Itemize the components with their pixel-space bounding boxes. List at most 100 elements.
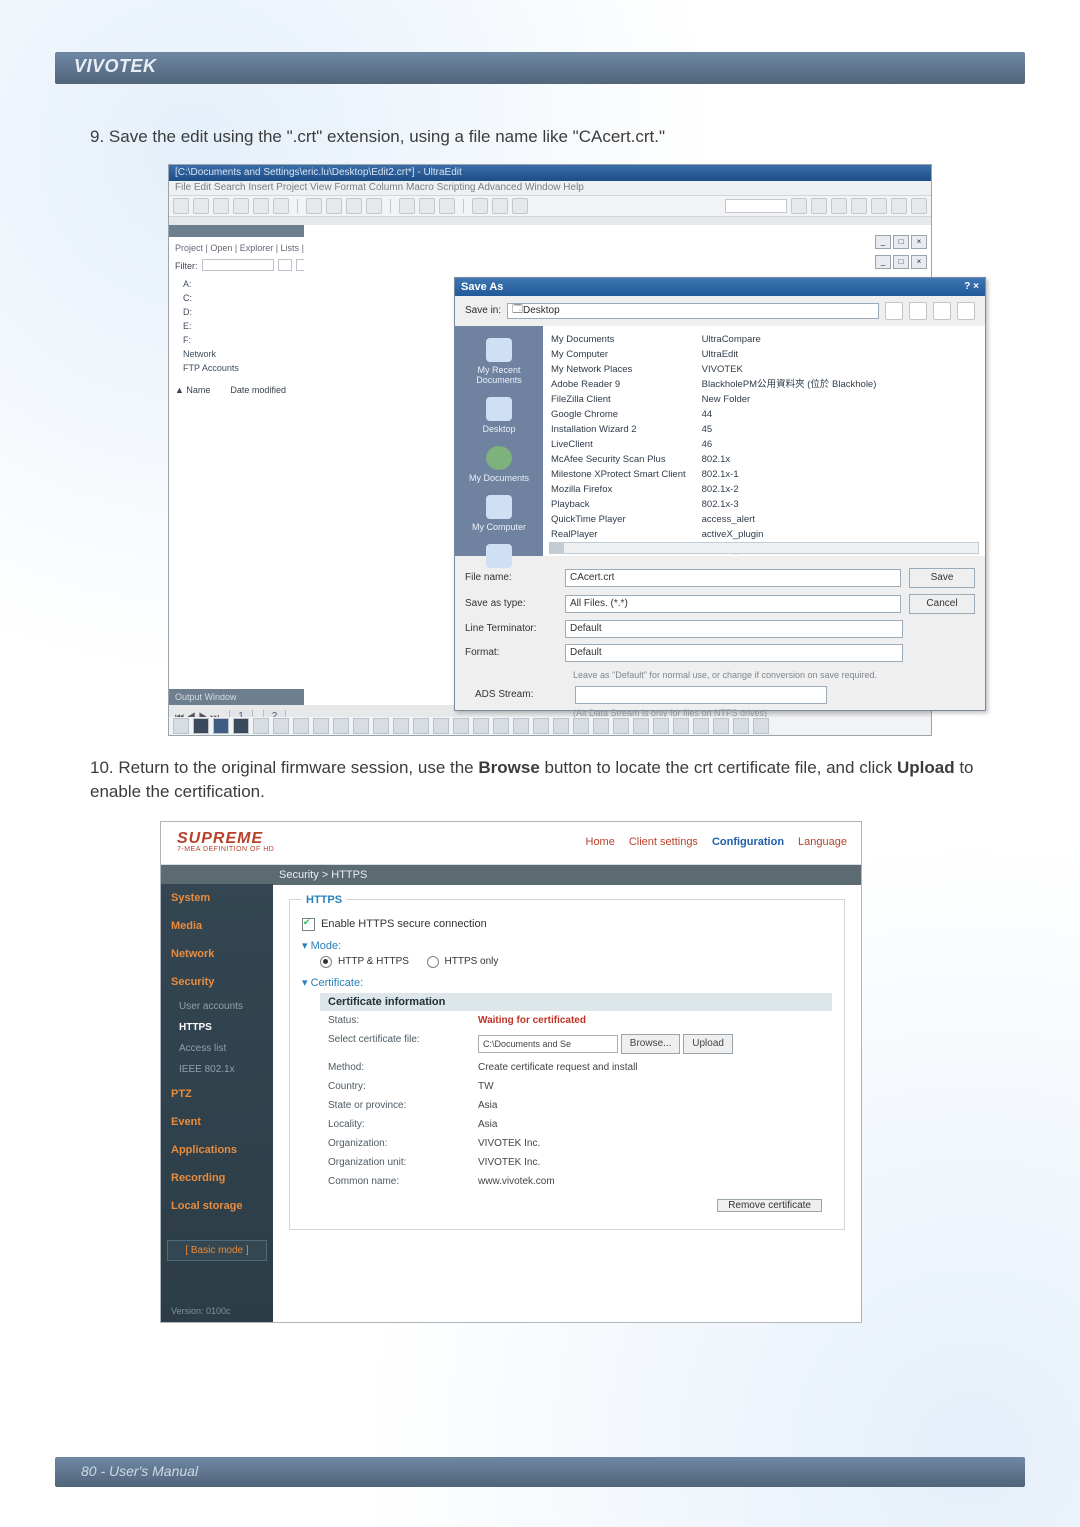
savetype-dropdown[interactable]: All Files. (*.*) [565,595,901,613]
up-icon[interactable] [909,302,927,320]
sidebar-item-security[interactable]: Security [161,968,273,996]
file-listing[interactable]: My Documents My Computer My Network Plac… [543,326,985,556]
toolbar-button[interactable] [851,198,867,214]
drive-item[interactable]: F: [175,333,310,347]
dialog-help-close[interactable]: ? × [964,278,979,296]
drive-item[interactable]: C: [175,291,310,305]
mode-radio-both[interactable] [320,956,332,968]
mode-radio-https-only[interactable] [427,956,439,968]
toolbar-button[interactable] [313,718,329,734]
list-item[interactable]: UltraEdit [702,347,877,362]
scrollbar-thumb[interactable] [550,543,564,553]
mode-section[interactable]: ▾ Mode: [302,939,832,952]
toolbar-button[interactable] [353,718,369,734]
back-icon[interactable] [885,302,903,320]
filename-input[interactable]: CAcert.crt [565,569,901,587]
cert-file-input[interactable]: C:\Documents and Se [478,1035,618,1053]
toolbar-button[interactable] [333,718,349,734]
nav-home[interactable]: Home [586,836,615,848]
toolbar-button[interactable] [733,718,749,734]
save-button[interactable]: Save [909,568,975,588]
toolbar-button[interactable] [513,718,529,734]
places-computer[interactable]: My Computer [455,489,543,538]
sidebar-sub-access-list[interactable]: Access list [161,1038,273,1059]
toolbar-button[interactable] [173,198,189,214]
list-item[interactable]: My Computer [551,347,686,362]
toolbar-button[interactable] [373,718,389,734]
toolbar-button[interactable] [439,198,455,214]
list-item[interactable]: UltraCompare [702,332,877,347]
list-item[interactable]: 802.1x [702,452,877,467]
list-item[interactable]: FileZilla Client [551,392,686,407]
toolbar-button[interactable] [613,718,629,734]
sidebar-item-system[interactable]: System [161,884,273,912]
italic-icon[interactable] [213,718,229,734]
toolbar-button[interactable] [419,198,435,214]
sidebar-item-network[interactable]: Network [161,940,273,968]
views-icon[interactable] [957,302,975,320]
sidebar-sub-ieee[interactable]: IEEE 802.1x [161,1059,273,1080]
editor-toolbar[interactable] [169,195,931,217]
bold-icon[interactable] [193,718,209,734]
editor-menubar[interactable]: File Edit Search Insert Project View For… [169,181,931,195]
toolbar-button[interactable] [273,198,289,214]
underline-icon[interactable] [233,718,249,734]
toolbar-button[interactable] [293,718,309,734]
remove-certificate-button[interactable]: Remove certificate [717,1199,822,1212]
places-recent[interactable]: My Recent Documents [455,332,543,391]
list-item[interactable]: activeX_plugin [702,527,877,542]
list-item[interactable]: 45 [702,422,877,437]
toolbar-button[interactable] [633,718,649,734]
toolbar-button[interactable] [492,198,508,214]
horizontal-scrollbar[interactable] [549,542,979,554]
toolbar-button[interactable] [346,198,362,214]
toolbar-button[interactable] [253,198,269,214]
sidebar-sub-user-accounts[interactable]: User accounts [161,996,273,1017]
list-item[interactable]: Google Chrome [551,407,686,422]
sidebar-item-media[interactable]: Media [161,912,273,940]
toolbar-button[interactable] [593,718,609,734]
binoculars-icon[interactable] [791,198,807,214]
certificate-section[interactable]: ▾ Certificate: [302,976,832,989]
upload-button[interactable]: Upload [683,1034,733,1054]
editor-bottom-toolbar[interactable] [169,717,931,735]
list-item[interactable]: QuickTime Player [551,512,686,527]
list-item[interactable]: Adobe Reader 9 [551,377,686,392]
tree-col-date[interactable]: Date modified [230,383,286,397]
list-item[interactable]: Mozilla Firefox [551,482,686,497]
sidebar-item-event[interactable]: Event [161,1108,273,1136]
cancel-button[interactable]: Cancel [909,594,975,614]
new-folder-icon[interactable] [933,302,951,320]
sidebar-item-applications[interactable]: Applications [161,1136,273,1164]
minimize-icon[interactable]: _ [875,255,891,269]
find-input[interactable] [725,199,787,213]
toolbar-button[interactable] [653,718,669,734]
save-in-dropdown[interactable]: 🗔 Desktop [507,303,879,319]
sidebar-sub-https[interactable]: HTTPS [161,1017,273,1038]
tree-col-name[interactable]: ▲ Name [175,383,210,397]
list-item[interactable]: Milestone XProtect Smart Client [551,467,686,482]
list-item[interactable]: New Folder [702,392,877,407]
nav-client-settings[interactable]: Client settings [629,836,698,848]
format-dropdown[interactable]: Default [565,644,903,662]
toolbar-button[interactable] [413,718,429,734]
nav-language[interactable]: Language [798,836,847,848]
places-desktop[interactable]: Desktop [455,391,543,440]
ads-dropdown[interactable] [575,686,827,704]
toolbar-button[interactable] [173,718,189,734]
list-item[interactable]: 802.1x-2 [702,482,877,497]
toolbar-button[interactable] [693,718,709,734]
toolbar-button[interactable] [533,718,549,734]
toolbar-button[interactable] [493,718,509,734]
list-item[interactable]: VIVOTEK [702,362,877,377]
toolbar-button[interactable] [306,198,322,214]
list-item[interactable]: BlackholePM公用資料夾 (位於 Blackhole) [702,377,877,392]
list-item[interactable]: My Network Places [551,362,686,377]
toolbar-button[interactable] [433,718,449,734]
lineterm-dropdown[interactable]: Default [565,620,903,638]
drive-item[interactable]: D: [175,305,310,319]
sidebar-item-recording[interactable]: Recording [161,1164,273,1192]
list-item[interactable]: 46 [702,437,877,452]
toolbar-button[interactable] [473,718,489,734]
toolbar-button[interactable] [273,718,289,734]
